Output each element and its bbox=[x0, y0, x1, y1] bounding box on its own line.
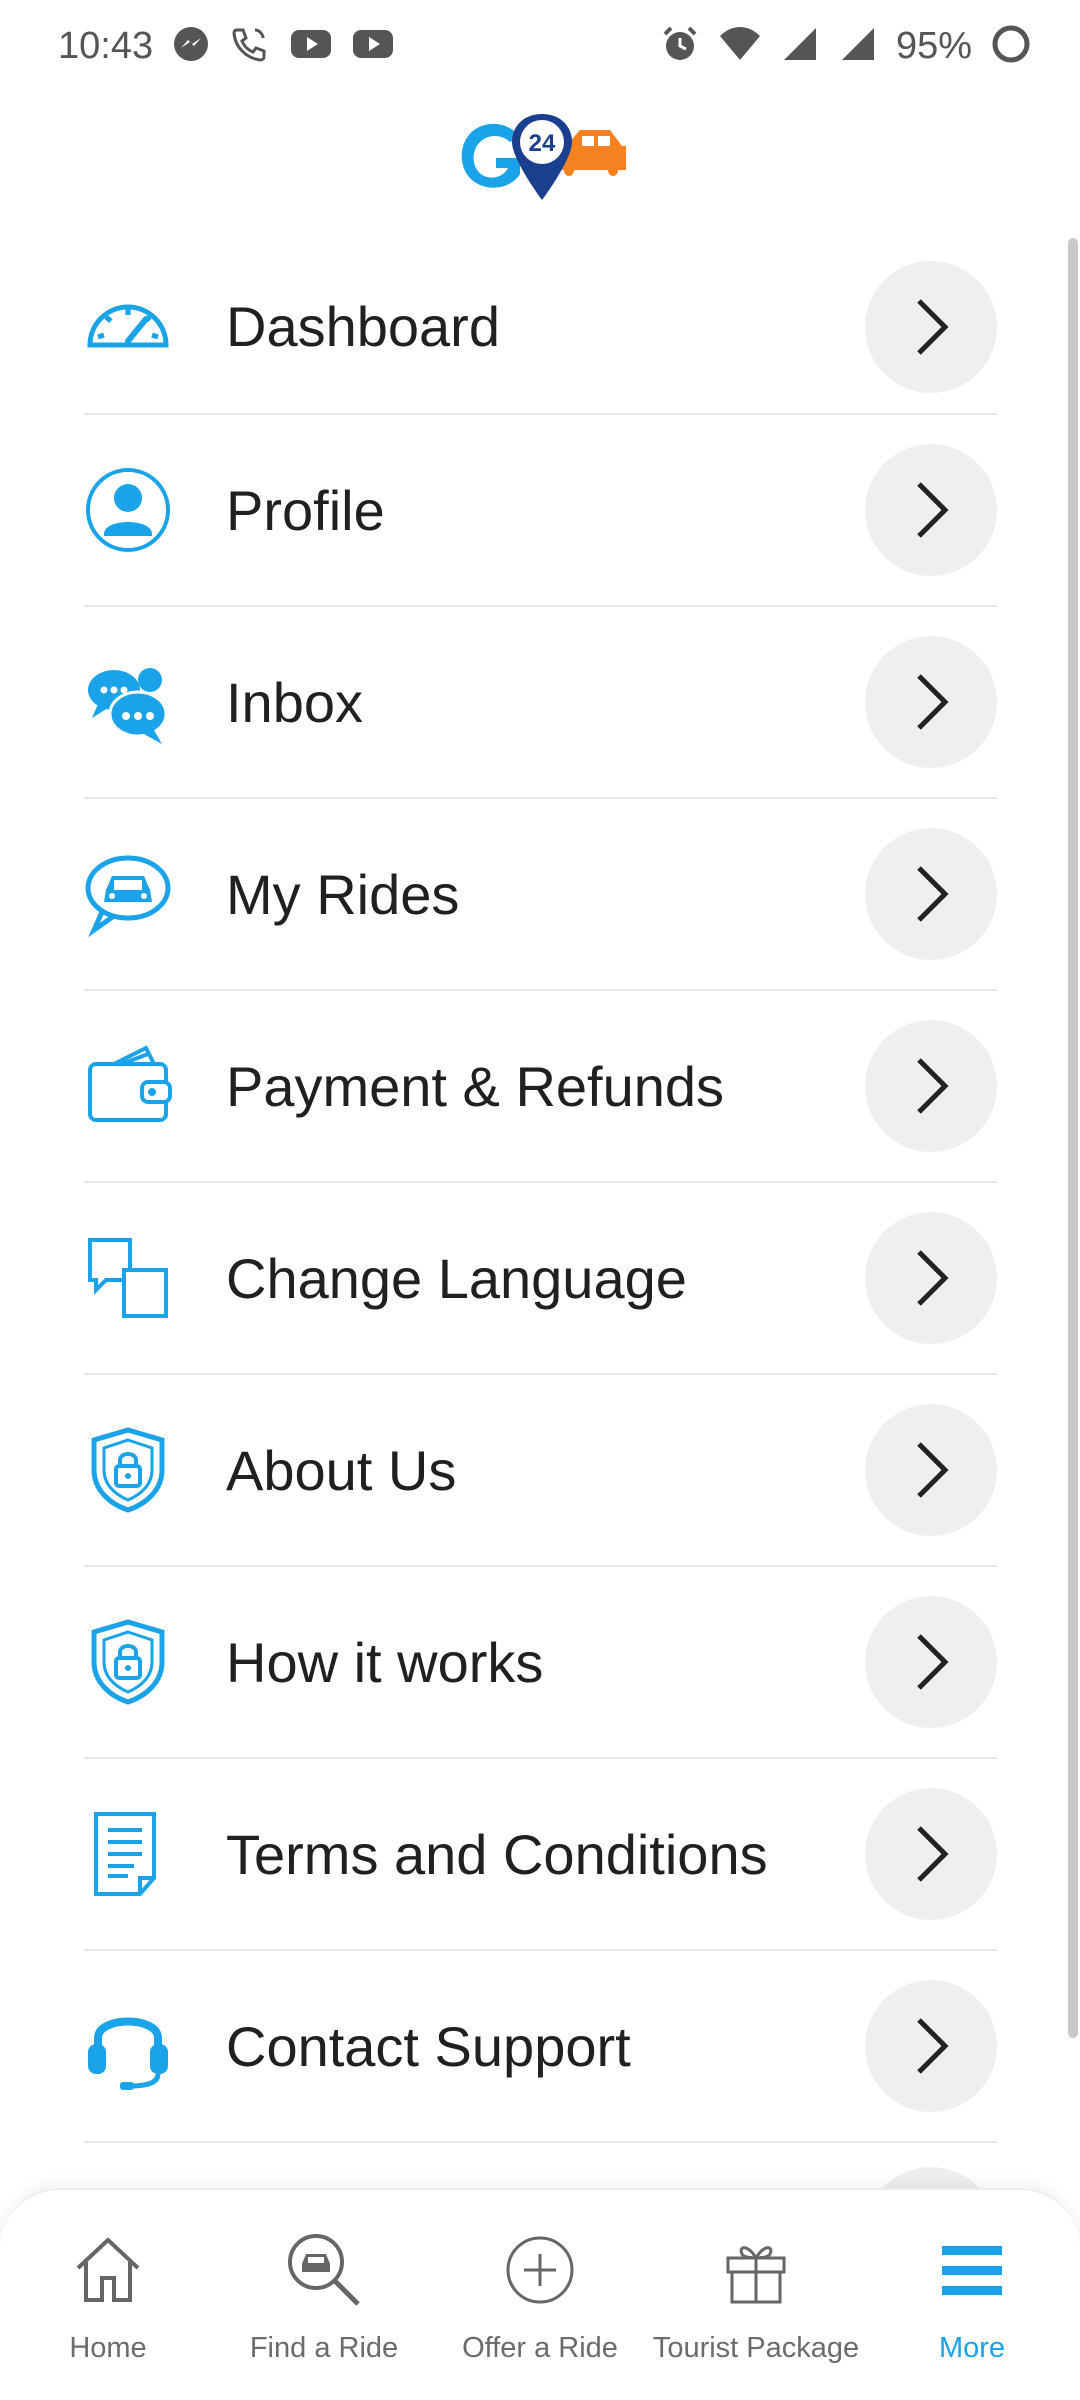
youtube-icon bbox=[289, 27, 333, 66]
menu-item-label: My Rides bbox=[226, 862, 460, 926]
wifi-call-icon bbox=[229, 24, 271, 69]
nav-label: Find a Ride bbox=[249, 2332, 399, 2364]
messenger-icon bbox=[171, 24, 211, 69]
plus-circle-icon bbox=[498, 2228, 582, 2312]
signal-icon bbox=[838, 24, 878, 69]
menu-item-label: Contact Support bbox=[226, 2014, 631, 2078]
youtube-icon bbox=[351, 27, 395, 66]
user-icon bbox=[84, 466, 172, 554]
chevron-right-icon[interactable] bbox=[865, 1980, 997, 2112]
nav-label: Tourist Package bbox=[652, 2332, 860, 2364]
menu-item-how-it-works[interactable]: How it works bbox=[84, 1567, 997, 1759]
alarm-icon bbox=[660, 24, 700, 69]
shield-lock-icon bbox=[84, 1618, 172, 1706]
menu-item-payment-refunds[interactable]: Payment & Refunds bbox=[84, 991, 997, 1183]
car-bubble-icon bbox=[84, 850, 172, 938]
nav-find-a-ride[interactable]: Find a Ride bbox=[216, 2190, 432, 2400]
menu-item-label: How it works bbox=[226, 1630, 544, 1694]
status-bar: 10:43 95% bbox=[0, 0, 1080, 92]
nav-offer-a-ride[interactable]: Offer a Ride bbox=[432, 2190, 648, 2400]
bottom-nav: Home Find a Ride Offer a Ride Tourist Pa… bbox=[0, 2188, 1080, 2400]
menu-item-terms-conditions[interactable]: Terms and Conditions bbox=[84, 1759, 997, 1951]
status-time: 10:43 bbox=[58, 24, 154, 67]
chevron-right-icon[interactable] bbox=[865, 1404, 997, 1536]
menu-item-inbox[interactable]: Inbox bbox=[84, 607, 997, 799]
app-logo: 24 bbox=[450, 108, 630, 208]
status-left: 10:43 bbox=[58, 24, 395, 69]
nav-home[interactable]: Home bbox=[0, 2190, 216, 2400]
nav-label: More bbox=[938, 2332, 1006, 2364]
wifi-icon bbox=[718, 24, 762, 69]
menu-item-change-language[interactable]: Change Language bbox=[84, 1183, 997, 1375]
menu-item-label: Profile bbox=[226, 478, 385, 542]
nav-tourist-package[interactable]: Tourist Package bbox=[648, 2190, 864, 2400]
battery-percent: 95% bbox=[895, 24, 972, 67]
chevron-right-icon[interactable] bbox=[865, 1788, 997, 1920]
menu-item-about-us[interactable]: About Us bbox=[84, 1375, 997, 1567]
menu-item-label: Inbox bbox=[226, 670, 363, 734]
menu-icon bbox=[930, 2228, 1014, 2312]
gift-icon bbox=[714, 2228, 798, 2312]
chevron-right-icon[interactable] bbox=[865, 636, 997, 768]
menu-item-dashboard[interactable]: Dashboard bbox=[84, 240, 997, 415]
nav-label: Offer a Ride bbox=[462, 2332, 618, 2364]
menu-item-profile[interactable]: Profile bbox=[84, 415, 997, 607]
chat-icon bbox=[84, 658, 172, 746]
logo-text: 24 bbox=[529, 130, 556, 157]
chevron-right-icon[interactable] bbox=[865, 1020, 997, 1152]
scrollbar[interactable] bbox=[1068, 238, 1078, 2038]
chevron-right-icon[interactable] bbox=[865, 828, 997, 960]
shield-lock-icon bbox=[84, 1426, 172, 1514]
chevron-right-icon[interactable] bbox=[865, 260, 997, 393]
menu-item-label: Payment & Refunds bbox=[226, 1054, 725, 1118]
menu-item-contact-support[interactable]: Contact Support bbox=[84, 1951, 997, 2143]
language-icon bbox=[84, 1234, 172, 1322]
menu-item-my-rides[interactable]: My Rides bbox=[84, 799, 997, 991]
status-right: 95% bbox=[660, 23, 1032, 70]
wallet-icon bbox=[84, 1042, 172, 1130]
speedometer-icon bbox=[84, 283, 172, 371]
menu-item-label: Terms and Conditions bbox=[226, 1822, 768, 1886]
chevron-right-icon[interactable] bbox=[865, 1212, 997, 1344]
menu-item-label: Change Language bbox=[226, 1246, 687, 1310]
menu-item-label: Dashboard bbox=[226, 295, 500, 358]
document-icon bbox=[84, 1810, 172, 1898]
menu-list: Dashboard Profile Inbox My Rides Payment… bbox=[84, 240, 997, 2253]
headset-icon bbox=[84, 2002, 172, 2090]
chevron-right-icon[interactable] bbox=[865, 1596, 997, 1728]
chevron-right-icon[interactable] bbox=[865, 444, 997, 576]
battery-icon bbox=[990, 23, 1032, 70]
search-car-icon bbox=[282, 2228, 366, 2312]
nav-label: Home bbox=[69, 2332, 147, 2364]
nav-more[interactable]: More bbox=[864, 2190, 1080, 2400]
menu-item-label: About Us bbox=[226, 1438, 457, 1502]
signal-icon bbox=[780, 24, 820, 69]
home-icon bbox=[66, 2228, 150, 2312]
